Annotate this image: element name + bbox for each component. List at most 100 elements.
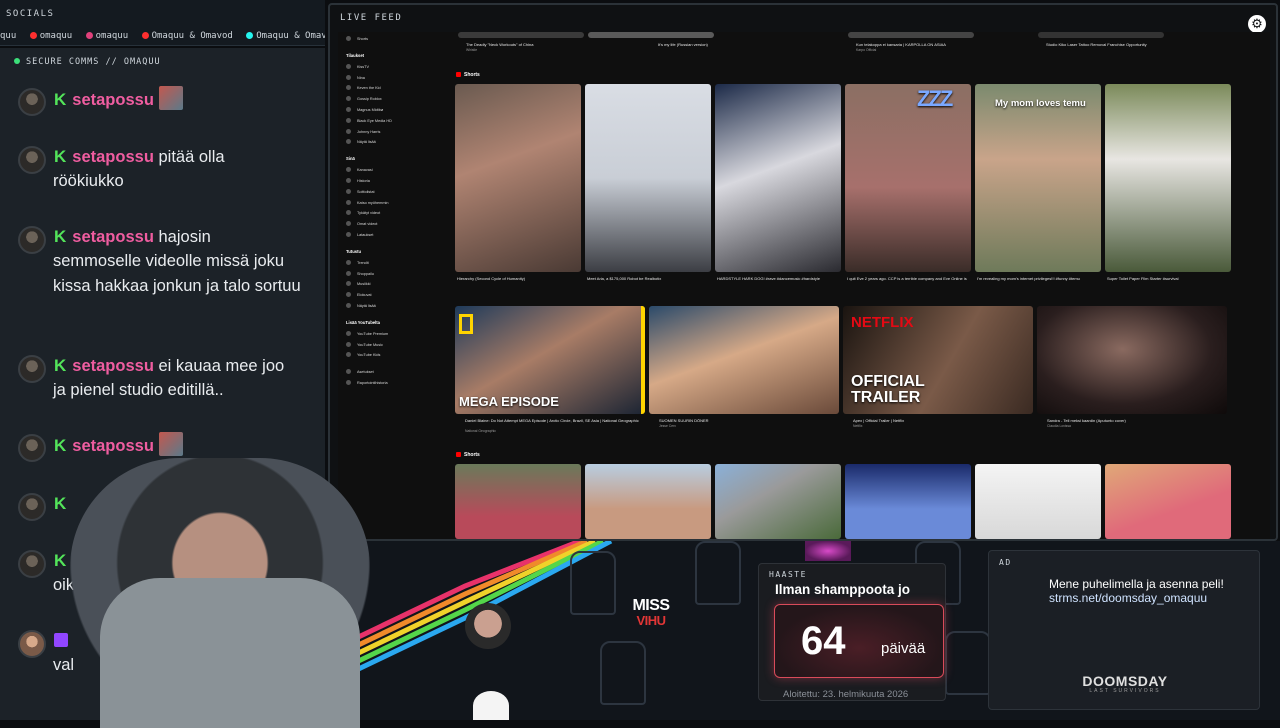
sidebar-item[interactable]: Johnny Harris (346, 128, 380, 134)
short-thumbnail[interactable] (715, 464, 841, 539)
thumbs-up-icon (570, 551, 616, 615)
short-thumbnail[interactable] (1105, 464, 1231, 539)
video-thumbnail[interactable] (1038, 32, 1164, 38)
video-title[interactable]: Sandra - Tell meksi kaardin (Aputunto co… (1047, 418, 1217, 423)
video-title[interactable]: Studio Kiko Laser Tattoo Removal Franchi… (1046, 42, 1246, 47)
video-title[interactable]: It's my life (Russian version) (658, 42, 798, 47)
sidebar-item[interactable]: Elokuvat (346, 292, 372, 298)
badge-icon: K (54, 436, 67, 455)
short-thumbnail[interactable] (585, 464, 711, 539)
sidebar-item-icon (346, 281, 351, 287)
webcam-feed (70, 458, 370, 728)
sidebar-item[interactable]: Shorts (346, 36, 368, 41)
thumbs-up-icon (945, 631, 991, 695)
sidebar-item-icon (346, 139, 351, 145)
short-title[interactable]: Super Toilet Paper Film Starter #surviva… (1107, 276, 1227, 281)
sidebar-item[interactable]: Gossip Roblox (346, 96, 382, 102)
sidebar-item[interactable]: Soittolistat (346, 188, 375, 194)
sidebar-item[interactable]: Katso myöhemmin (346, 199, 388, 205)
sidebar-item[interactable]: Tykätyt videot (346, 210, 380, 216)
short-thumbnail[interactable] (585, 84, 711, 272)
video-thumbnail[interactable] (588, 32, 714, 38)
sidebar-item[interactable]: KissTV (346, 63, 369, 69)
sidebar-item-icon (346, 341, 351, 347)
social-handle-instagram: omaquu (85, 31, 128, 41)
challenge-count: 64 (801, 619, 846, 663)
short-thumbnail[interactable] (845, 464, 971, 539)
sidebar-item-icon (346, 380, 351, 385)
sidebar-item[interactable]: Keven the Kid (346, 85, 381, 91)
sidebar-item[interactable]: Historia (346, 178, 370, 183)
ad-text: Mene puhelimella ja asenna peli! (1049, 577, 1224, 591)
sidebar-item-icon (346, 210, 351, 216)
sidebar-item[interactable]: Shoppailu (346, 270, 374, 276)
sidebar-item[interactable]: YouTube Premium (346, 330, 388, 336)
short-title[interactable]: Hierarchy (Second Cycle of Humanity) (457, 276, 577, 281)
sidebar-item[interactable]: Lataukset (346, 232, 373, 237)
sidebar-item[interactable]: YouTube Music (346, 341, 383, 347)
chat-text: hajosin (158, 228, 211, 246)
video-overlay-text: OFFICIAL TRAILER (851, 373, 925, 406)
sidebar-section-heading[interactable]: Tilaukset (346, 53, 364, 58)
video-thumbnail[interactable]: MEGA EPISODE (455, 306, 645, 414)
badge-icon: K (54, 90, 67, 109)
badge-icon: K (54, 551, 67, 570)
sidebar-item[interactable]: Raportointihistoria (346, 380, 388, 385)
sidebar-item[interactable]: Trendit (346, 259, 369, 265)
video-title[interactable]: Apex | Official Trailer | Netflix (853, 418, 1023, 423)
avatar (18, 630, 46, 658)
short-thumbnail[interactable]: ZZZ (845, 84, 971, 272)
video-thumbnail[interactable] (458, 32, 584, 38)
video-title[interactable]: SUOMEN SUURIN DÖNER (659, 418, 829, 423)
sidebar-item-icon (346, 74, 351, 80)
short-thumbnail[interactable] (455, 464, 581, 539)
sidebar-item[interactable]: Magnus Midtbø (346, 107, 383, 112)
mascot-icon (805, 541, 851, 561)
avatar (18, 355, 46, 383)
short-title[interactable]: I'm revealing my mom's internet privileg… (977, 276, 1097, 281)
short-overlay-text: My mom loves temu (995, 98, 1086, 109)
video-thumbnail[interactable] (649, 306, 839, 414)
video-thumbnail[interactable] (1037, 306, 1227, 414)
short-title[interactable]: HARDSTYLE HARK DOG! #rave #dancemusic #h… (717, 276, 837, 281)
short-title[interactable]: Meet Aria, a $175,000 Robot be Realbotix (587, 276, 707, 281)
sidebar-item[interactable]: Näytä lisää (346, 139, 376, 145)
video-channel: Netflix (853, 424, 863, 428)
ad-link[interactable]: strms.net/doomsday_omaquu (1049, 591, 1207, 605)
short-thumbnail[interactable] (1105, 84, 1231, 272)
chat-username: setapossu (72, 148, 154, 166)
chat-username: setapossu (72, 91, 154, 109)
badge-icon: K (54, 356, 67, 375)
video-title[interactable]: The Deadly "Neck Workouts" of China (466, 42, 586, 47)
sidebar-item[interactable]: Nina (346, 74, 365, 80)
video-thumbnail[interactable]: NETFLIX OFFICIAL TRAILER (843, 306, 1033, 414)
video-title[interactable]: Daniel Blaine: Do Not Attempt MEGA Episo… (465, 418, 641, 423)
sidebar-section-heading[interactable]: Lisää YouTubelta (346, 320, 380, 325)
video-title[interactable]: Kun telakoppa ei kansaria | KARPOLLA ON … (856, 42, 1026, 47)
short-thumbnail[interactable] (715, 84, 841, 272)
avatar (18, 550, 46, 578)
sidebar-section-heading[interactable]: Tutustu (346, 249, 361, 254)
chat-text: ei kauaa mee joo (158, 357, 285, 375)
gear-icon[interactable]: ⚙ (1248, 15, 1266, 33)
short-thumbnail[interactable] (975, 464, 1101, 539)
video-thumbnail[interactable] (848, 32, 974, 38)
sidebar-section-heading[interactable]: Sinä (346, 156, 355, 161)
sidebar-item[interactable]: Asetukset (346, 369, 374, 375)
chat-text: pitää olla (158, 148, 225, 166)
sidebar-item-icon (346, 85, 351, 91)
sidebar-item[interactable]: Näytä lisää (346, 303, 376, 308)
short-thumbnail[interactable] (455, 84, 581, 272)
shorts-icon (456, 72, 461, 77)
chat-text-continued: ja pienel studio editillä.. (53, 381, 224, 399)
sidebar-item[interactable]: Musiikki (346, 281, 371, 287)
sidebar-item-icon (346, 36, 351, 41)
sidebar-item-icon (346, 96, 351, 102)
video-channel: Claudia Lovissa (1047, 424, 1071, 428)
short-thumbnail[interactable]: My mom loves temu (975, 84, 1101, 272)
sidebar-item[interactable]: Kanavasi (346, 167, 373, 173)
short-title[interactable]: I quit Eve 2 years ago. CCP is a terribl… (847, 276, 967, 281)
sidebar-item[interactable]: Black Eye Media HD (346, 117, 392, 123)
sidebar-item[interactable]: YouTube Kids (346, 352, 380, 358)
sidebar-item[interactable]: Omat videot (346, 221, 377, 227)
